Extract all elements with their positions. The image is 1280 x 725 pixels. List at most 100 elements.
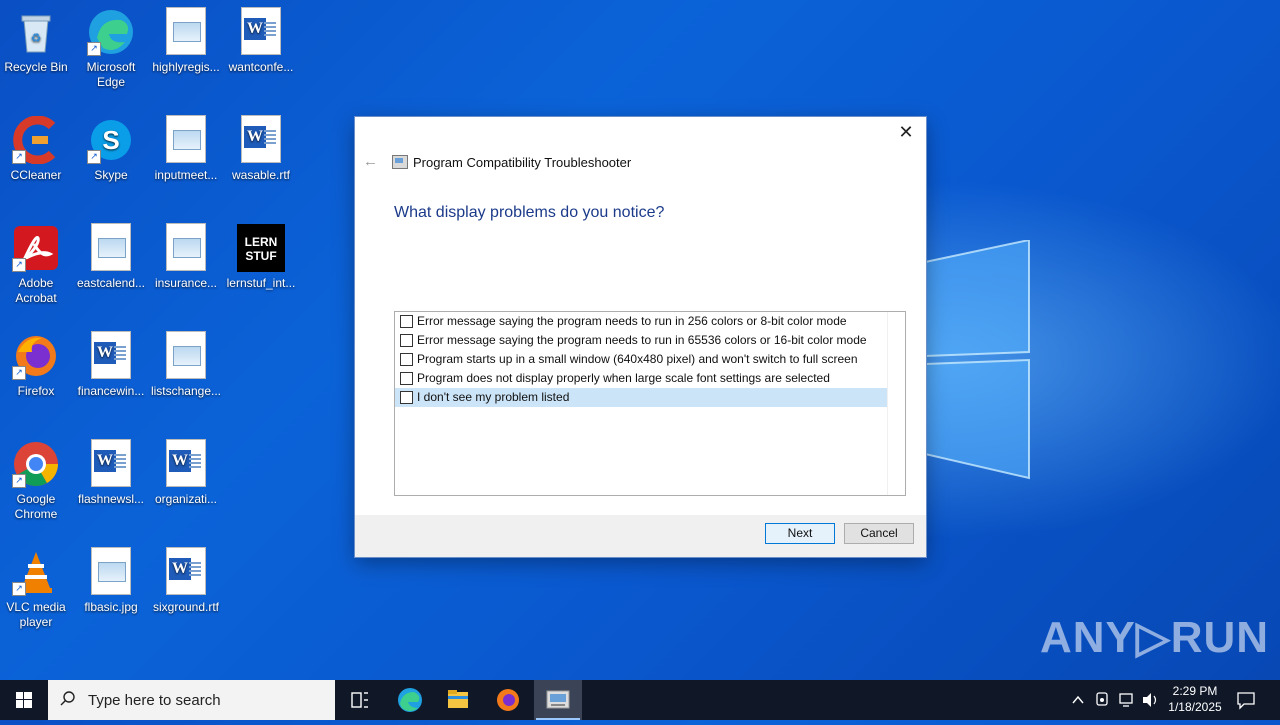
desktop-icon-chrome[interactable]: ↗ Google Chrome <box>0 434 72 522</box>
desktop-icon-label: eastcalend... <box>76 276 146 290</box>
desktop-icon-insurance[interactable]: insurance... <box>150 218 222 291</box>
desktop-icon-label: wantconfe... <box>228 60 294 74</box>
svg-text:LERN: LERN <box>245 235 278 249</box>
troubleshooter-icon <box>392 155 408 169</box>
close-button[interactable]: ✕ <box>892 121 920 143</box>
checkbox[interactable] <box>400 372 413 385</box>
list-item[interactable]: Error message saying the program needs t… <box>395 312 888 331</box>
dialog-heading: What display problems do you notice? <box>394 204 665 221</box>
taskbar-file-explorer-button[interactable] <box>434 680 482 720</box>
taskbar-troubleshooter-button[interactable] <box>534 680 582 720</box>
desktop-icon-label: flashnewsl... <box>77 492 145 506</box>
desktop-icon-vlc[interactable]: ↗ VLC media player <box>0 542 72 630</box>
shortcut-arrow-icon: ↗ <box>12 366 26 380</box>
checkbox[interactable] <box>400 353 413 366</box>
desktop-icon-label: inputmeet... <box>154 168 218 182</box>
option-label: I don't see my problem listed <box>417 390 570 404</box>
desktop-icon-inputmeet[interactable]: inputmeet... <box>150 110 222 183</box>
next-button[interactable]: Next <box>765 523 835 544</box>
image-file-icon <box>162 224 210 272</box>
desktop-icon-sixground[interactable]: W sixground.rtf <box>150 542 222 615</box>
svg-text:STUF: STUF <box>245 249 276 263</box>
desktop-icon-label: CCleaner <box>10 168 62 182</box>
clock-date: 1/18/2025 <box>1168 700 1222 714</box>
shortcut-arrow-icon: ↗ <box>12 582 26 596</box>
desktop-icon-label: Adobe Acrobat <box>15 276 57 305</box>
desktop-icon-edge[interactable]: ↗ Microsoft Edge <box>75 2 147 90</box>
device-icon[interactable] <box>1096 692 1108 706</box>
image-file-icon <box>162 332 210 380</box>
word-document-icon: W <box>162 440 210 488</box>
desktop-icon-label: VLC media player <box>6 600 66 629</box>
desktop-icon-lernstuf[interactable]: LERN STUF lernstuf_int... <box>225 218 297 291</box>
image-file-icon <box>162 8 210 56</box>
desktop-icon-flashnewsl[interactable]: W flashnewsl... <box>75 434 147 507</box>
edge-icon <box>398 688 422 712</box>
notification-icon[interactable] <box>1236 690 1256 710</box>
edge-icon: ↗ <box>87 8 135 56</box>
desktop-icon-eastcalend[interactable]: eastcalend... <box>75 218 147 291</box>
checkbox[interactable] <box>400 315 413 328</box>
desktop-icon-label: lernstuf_int... <box>226 276 296 290</box>
desktop-icon-flbasic[interactable]: flbasic.jpg <box>75 542 147 615</box>
cancel-button[interactable]: Cancel <box>844 523 914 544</box>
desktop-icon-recycle-bin[interactable]: ♻ Recycle Bin <box>0 2 72 75</box>
desktop-icon-label: insurance... <box>154 276 218 290</box>
desktop-icon-adobe-acrobat[interactable]: ↗ Adobe Acrobat <box>0 218 72 306</box>
dialog-title: Program Compatibility Troubleshooter <box>413 155 632 170</box>
chevron-up-icon[interactable] <box>1072 695 1084 704</box>
list-item[interactable]: Program starts up in a small window (640… <box>395 350 888 369</box>
taskbar: Type here to search 2:29 PM 1/18/2025 <box>0 680 1280 720</box>
desktop-icon-wantconfe[interactable]: W wantconfe... <box>225 2 297 75</box>
list-scrollbar[interactable] <box>887 312 905 495</box>
desktop-icon-label: financewin... <box>77 384 145 398</box>
lernstuf-thumbnail-icon: LERN STUF <box>237 224 285 272</box>
desktop-icon-label: flbasic.jpg <box>84 600 138 614</box>
word-document-icon: W <box>87 440 135 488</box>
back-arrow-icon[interactable]: ← <box>363 153 378 170</box>
shortcut-arrow-icon: ↗ <box>12 258 26 272</box>
recycle-bin-icon: ♻ <box>12 8 60 56</box>
troubleshooter-icon <box>546 690 570 709</box>
problem-options-list[interactable]: Error message saying the program needs t… <box>394 311 906 496</box>
start-button[interactable] <box>0 680 48 720</box>
task-view-button[interactable] <box>336 680 384 720</box>
shortcut-arrow-icon: ↗ <box>12 474 26 488</box>
taskbar-edge-button[interactable] <box>386 680 434 720</box>
image-file-icon <box>87 548 135 596</box>
checkbox[interactable] <box>400 334 413 347</box>
search-icon <box>60 691 75 706</box>
task-view-icon <box>351 692 368 708</box>
network-icon[interactable] <box>1119 693 1133 707</box>
checkbox[interactable] <box>400 391 413 404</box>
close-icon: ✕ <box>898 122 914 142</box>
desktop-icon-ccleaner[interactable]: ↗ CCleaner <box>0 110 72 183</box>
word-document-icon: W <box>162 548 210 596</box>
list-item-selected[interactable]: I don't see my problem listed <box>395 388 888 407</box>
dialog-footer: Next Cancel <box>355 515 926 557</box>
shortcut-arrow-icon: ↗ <box>12 150 26 164</box>
taskbar-clock[interactable]: 2:29 PM 1/18/2025 <box>1160 683 1230 715</box>
desktop-icon-skype[interactable]: S ↗ Skype <box>75 110 147 183</box>
desktop-icon-highlyregis[interactable]: highlyregis... <box>150 2 222 75</box>
shortcut-arrow-icon: ↗ <box>87 150 101 164</box>
volume-icon[interactable] <box>1143 693 1157 707</box>
desktop-icon-organizati[interactable]: W organizati... <box>150 434 222 507</box>
ccleaner-icon: ↗ <box>12 115 60 165</box>
desktop-icon-label: organizati... <box>154 492 218 506</box>
desktop-icon-label: Firefox <box>17 384 55 398</box>
list-item[interactable]: Program does not display properly when l… <box>395 369 888 388</box>
firefox-icon: ↗ <box>12 332 60 380</box>
svg-text:S: S <box>102 125 119 155</box>
anyrun-watermark: ANY▷RUN <box>1040 613 1270 662</box>
desktop-icon-listschange[interactable]: listschange... <box>150 326 222 399</box>
list-item[interactable]: Error message saying the program needs t… <box>395 331 888 350</box>
desktop-icon-wasable[interactable]: W wasable.rtf <box>225 110 297 183</box>
taskbar-firefox-button[interactable] <box>484 680 532 720</box>
taskbar-search-box[interactable]: Type here to search <box>48 680 335 720</box>
desktop-icon-financewin[interactable]: W financewin... <box>75 326 147 399</box>
word-document-icon: W <box>237 8 285 56</box>
desktop-icon-firefox[interactable]: ↗ Firefox <box>0 326 72 399</box>
desktop-icon-label: listschange... <box>150 384 222 398</box>
shortcut-arrow-icon: ↗ <box>87 42 101 56</box>
